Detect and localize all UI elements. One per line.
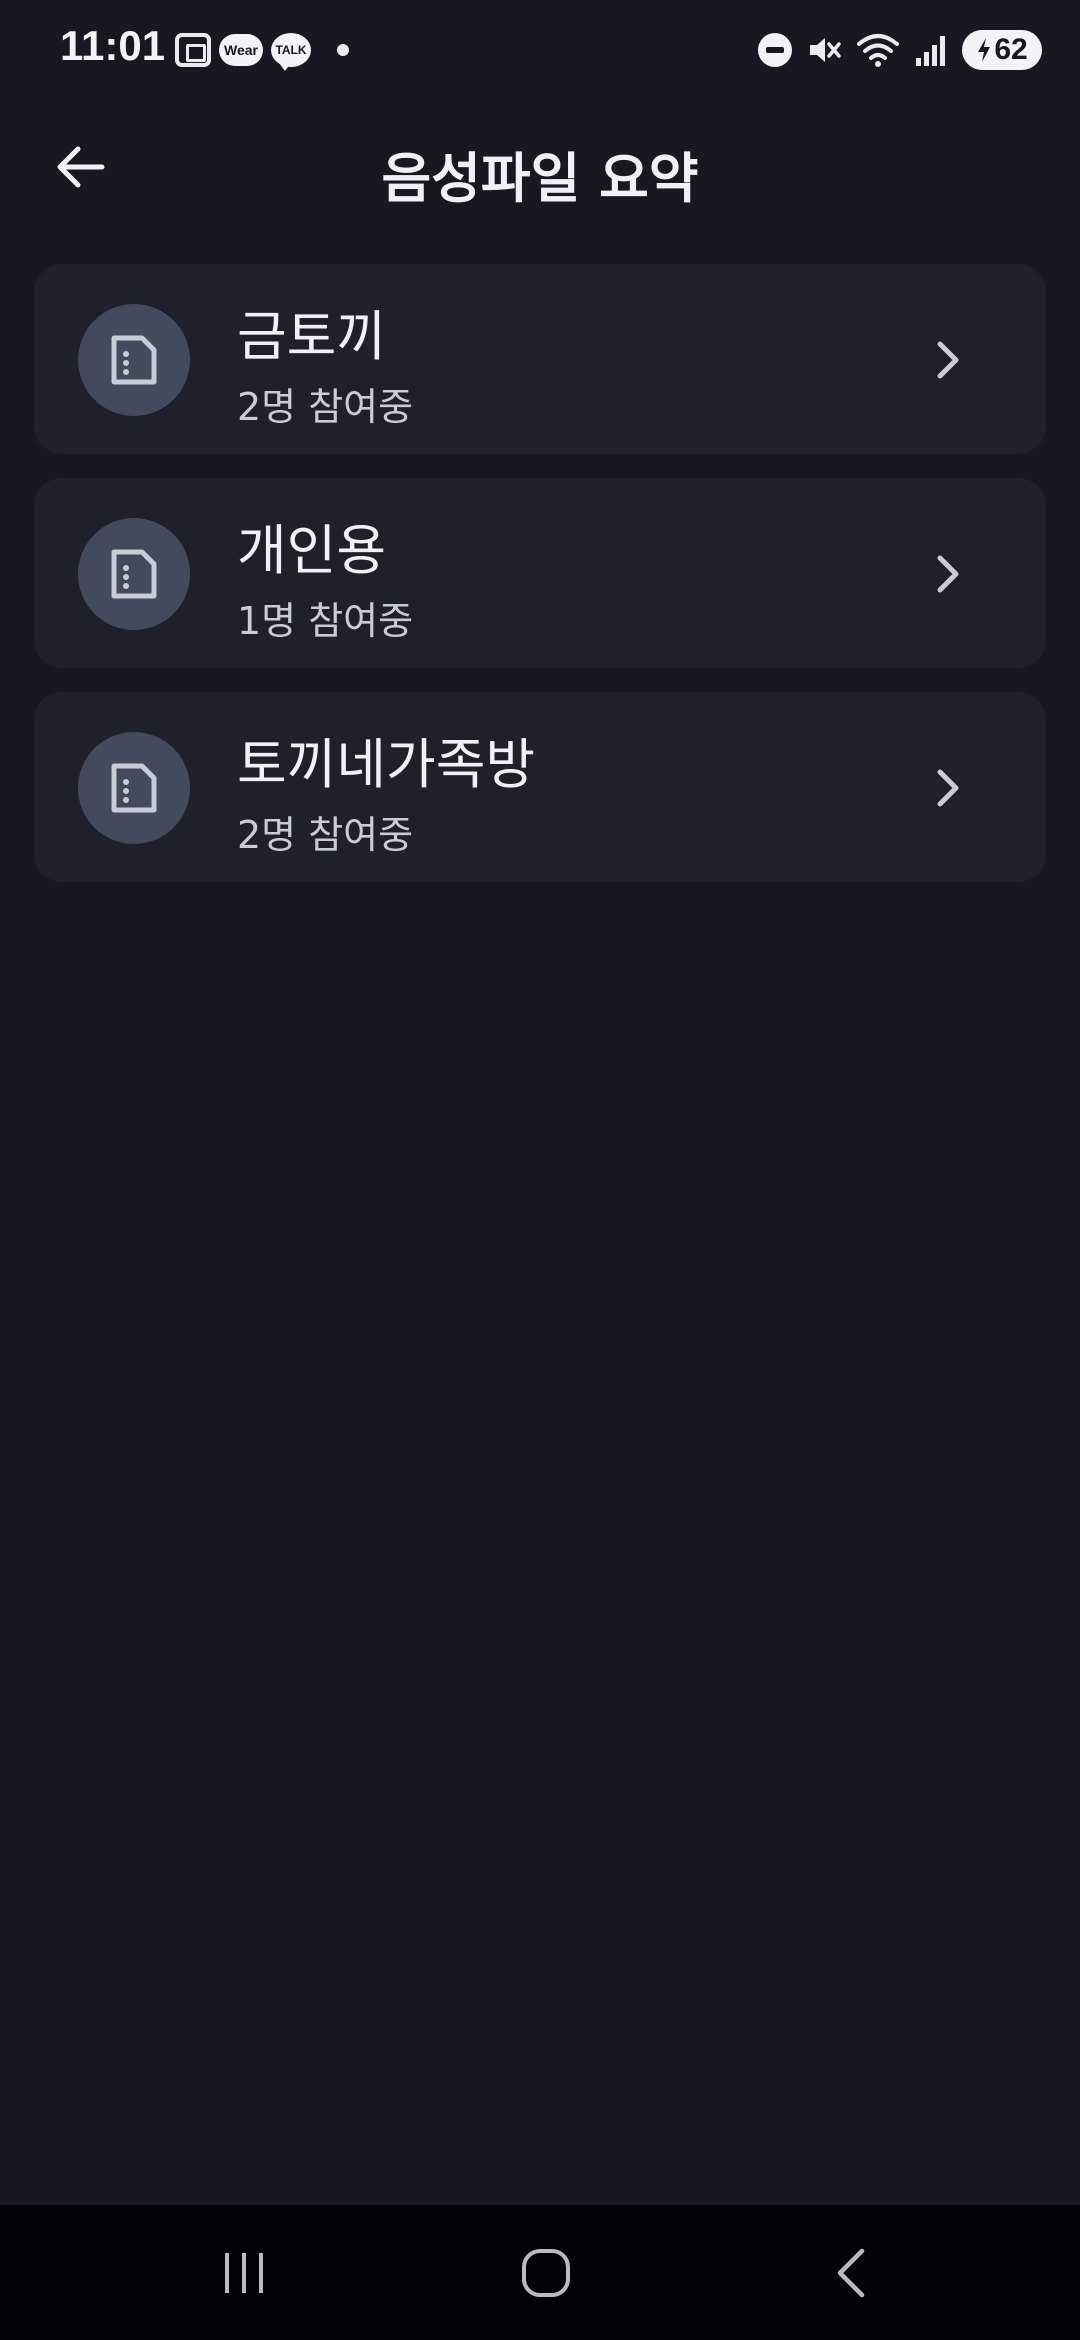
- recent-apps-icon: [225, 2252, 263, 2293]
- status-bar: 11:01 Wear TALK 62: [0, 0, 1080, 100]
- room-name: 금토끼: [237, 305, 387, 368]
- room-participants: 1명 참여중: [237, 599, 414, 643]
- back-nav-button[interactable]: [770, 2205, 930, 2340]
- room-participants: 2명 참여중: [237, 813, 414, 857]
- signal-icon: [916, 36, 945, 66]
- page-title: 음성파일 요약: [381, 147, 699, 210]
- room-name: 개인용: [237, 519, 387, 582]
- app-header: 음성파일 요약: [0, 110, 1080, 220]
- back-icon: [837, 2248, 865, 2297]
- notification-dot: [337, 44, 349, 56]
- home-button[interactable]: [466, 2205, 626, 2340]
- room-avatar: [78, 518, 190, 630]
- document-icon: [111, 763, 157, 813]
- home-icon: [522, 2248, 570, 2297]
- room-avatar: [78, 304, 190, 416]
- chevron-right-icon: [928, 544, 968, 604]
- chevron-right-icon: [928, 758, 968, 818]
- wear-app-icon: Wear: [219, 34, 263, 66]
- room-list-item[interactable]: 개인용 1명 참여중: [34, 478, 1046, 668]
- screenshot-icon: [175, 33, 211, 67]
- status-system-icons: 62: [758, 28, 1042, 72]
- mute-icon: [810, 38, 841, 62]
- status-time: 11:01: [60, 22, 166, 69]
- room-name: 토끼네가족방: [237, 733, 536, 796]
- document-icon: [111, 335, 157, 385]
- system-nav-bar: [0, 2205, 1080, 2340]
- recent-apps-button[interactable]: [164, 2205, 324, 2340]
- dnd-icon: [758, 33, 792, 67]
- room-avatar: [78, 732, 190, 844]
- status-notification-icons: Wear TALK: [175, 30, 349, 71]
- battery-level: 62: [994, 33, 1028, 66]
- wifi-icon: [857, 34, 899, 67]
- battery-charging-icon: [978, 38, 991, 62]
- chevron-right-icon: [928, 330, 968, 390]
- kakaotalk-icon: TALK: [271, 33, 311, 71]
- room-list: 금토끼 2명 참여중 개인용 1명 참여중 토끼네가족방 2명 참여중: [34, 264, 1046, 906]
- room-list-item[interactable]: 금토끼 2명 참여중: [34, 264, 1046, 454]
- battery-indicator: 62: [962, 30, 1042, 70]
- document-icon: [111, 549, 157, 599]
- room-list-item[interactable]: 토끼네가족방 2명 참여중: [34, 692, 1046, 882]
- room-participants: 2명 참여중: [237, 385, 414, 429]
